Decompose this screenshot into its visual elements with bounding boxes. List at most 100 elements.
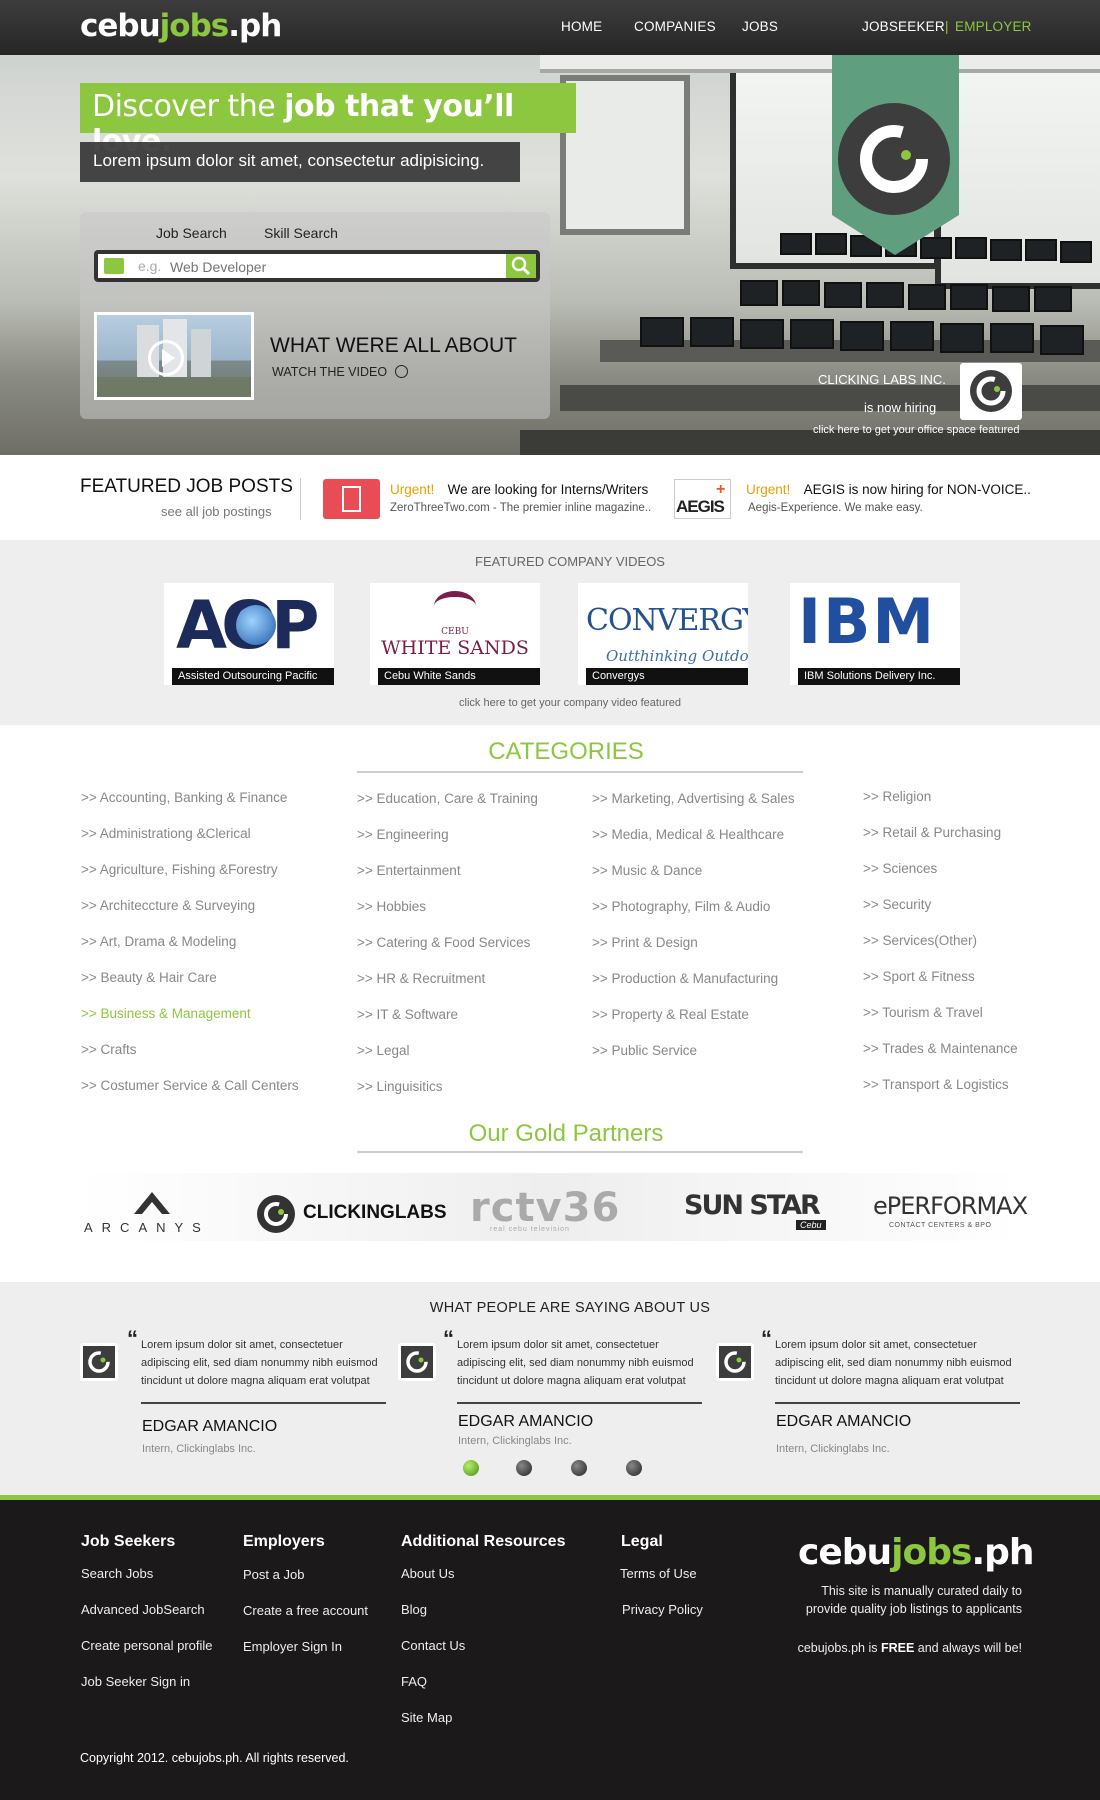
category-link[interactable]: >> Accounting, Banking & Finance <box>81 790 287 805</box>
category-link[interactable]: >> Hobbies <box>357 899 426 914</box>
footer-link[interactable]: FAQ <box>401 1674 427 1689</box>
nav-home[interactable]: HOME <box>561 19 602 34</box>
category-link[interactable]: >> Administrationg &Clerical <box>81 826 251 841</box>
footer-link[interactable]: Post a Job <box>243 1567 304 1582</box>
partners-title: Our Gold Partners <box>468 1120 664 1147</box>
category-link[interactable]: >> Sciences <box>863 861 937 876</box>
category-link[interactable]: >> Tourism & Travel <box>863 1005 983 1020</box>
eperformax-wordmark: ePERFORMAX <box>873 1192 1028 1220</box>
zerothreetwo-logo-icon[interactable] <box>323 479 380 519</box>
nav-jobs[interactable]: JOBS <box>742 19 778 34</box>
category-link[interactable]: >> Media, Medical & Healthcare <box>592 827 784 842</box>
job-post-2[interactable]: Urgent! AEGIS is now hiring for NON-VOIC… <box>746 481 1031 499</box>
partner-sunstar[interactable]: SUN STAR Cebu <box>684 1190 826 1230</box>
testimonial-divider <box>141 1402 386 1404</box>
category-link[interactable]: >> Services(Other) <box>863 933 977 948</box>
footer-link[interactable]: Site Map <box>401 1710 452 1725</box>
category-link[interactable]: >> Transport & Logistics <box>863 1077 1009 1092</box>
category-link[interactable]: >> Religion <box>863 789 931 804</box>
category-link[interactable]: >> Entertainment <box>357 863 461 878</box>
carousel-dot-2[interactable] <box>516 1460 532 1476</box>
hiring-company: CLICKING LABS INC. <box>818 372 946 387</box>
carousel-dot-4[interactable] <box>626 1460 642 1476</box>
play-icon <box>162 349 175 367</box>
search-button[interactable] <box>506 254 536 278</box>
category-link[interactable]: >> Sport & Fitness <box>863 969 975 984</box>
job-post-1[interactable]: Urgent! We are looking for Interns/Write… <box>390 481 648 499</box>
footer-link[interactable]: Search Jobs <box>81 1566 153 1581</box>
clickinglabs-logo-icon[interactable] <box>960 363 1022 420</box>
rctv36-wordmark: rctv36 <box>470 1185 621 1231</box>
see-all-jobs-link[interactable]: see all job postings <box>161 504 272 519</box>
nav-jobseeker[interactable]: JOBSEEKER <box>862 19 945 34</box>
tab-job-search[interactable]: Job Search <box>156 225 227 241</box>
category-link[interactable]: >> HR & Recruitment <box>357 971 485 986</box>
footer-heading-employers: Employers <box>243 1533 325 1550</box>
category-link[interactable]: >> Music & Dance <box>592 863 702 878</box>
category-link[interactable]: >> Legal <box>357 1043 410 1058</box>
category-link[interactable]: >> Property & Real Estate <box>592 1007 749 1022</box>
category-link[interactable]: >> Beauty & Hair Care <box>81 970 217 985</box>
category-link[interactable]: >> IT & Software <box>357 1007 458 1022</box>
aegis-logo[interactable]: AEGIS + <box>674 479 731 519</box>
category-link[interactable]: >> Marketing, Advertising & Sales <box>592 791 795 806</box>
briefcase-icon <box>104 258 124 274</box>
footer-link[interactable]: Terms of Use <box>620 1566 697 1581</box>
footer-link[interactable]: Contact Us <box>401 1638 465 1653</box>
partner-arcanys[interactable]: ARCANYS <box>84 1190 220 1235</box>
category-link[interactable]: >> Catering & Food Services <box>357 935 530 950</box>
partner-rctv36[interactable]: rctv36 real cebu television <box>470 1185 621 1233</box>
convergys-logo: CONVERGYS <box>586 603 748 638</box>
footer-link[interactable]: Privacy Policy <box>622 1602 703 1617</box>
footer-link[interactable]: About Us <box>401 1566 454 1581</box>
category-link[interactable]: >> Photography, Film & Audio <box>592 899 770 914</box>
featured-jobs-title: FEATURED JOB POSTS <box>80 476 293 497</box>
office-featured-link[interactable]: click here to get your office space feat… <box>813 424 1019 436</box>
footer-link[interactable]: Advanced JobSearch <box>81 1602 205 1617</box>
urgent-label: Urgent! <box>746 482 791 497</box>
site-logo[interactable]: cebujobs.ph <box>80 8 282 44</box>
category-link[interactable]: >> Costumer Service & Call Centers <box>81 1078 299 1093</box>
category-link[interactable]: >> Retail & Purchasing <box>863 825 1001 840</box>
carousel-dot-3[interactable] <box>571 1460 587 1476</box>
nav-companies[interactable]: COMPANIES <box>634 19 716 34</box>
footer-link[interactable]: Employer Sign In <box>243 1639 342 1654</box>
footer-link[interactable]: Job Seeker Sign in <box>81 1674 190 1689</box>
watch-video-link[interactable]: WATCH THE VIDEO <box>272 365 408 379</box>
footer-free-note: cebujobs.ph is FREE and always will be! <box>797 1641 1022 1655</box>
categories-title: CATEGORIES <box>488 738 644 765</box>
category-link[interactable]: >> Public Service <box>592 1043 697 1058</box>
category-link[interactable]: >> Architeccture & Surveying <box>81 898 255 913</box>
company-videos-title: FEATURED COMPANY VIDEOS <box>475 554 665 569</box>
category-link[interactable]: >> Security <box>863 897 931 912</box>
partner-eperformax[interactable]: ePERFORMAX CONTACT CENTERS & BPO <box>873 1192 1028 1229</box>
nav-employer[interactable]: EMPLOYER <box>955 19 1032 34</box>
category-link[interactable]: >> Print & Design <box>592 935 698 950</box>
category-link[interactable]: >> Agriculture, Fishing &Forestry <box>81 862 278 877</box>
footer-link[interactable]: Create personal profile <box>81 1638 213 1653</box>
category-link[interactable]: >> Production & Manufacturing <box>592 971 778 986</box>
footer-link[interactable]: Blog <box>401 1602 427 1617</box>
category-link[interactable]: >> Linguisitics <box>357 1079 443 1094</box>
testimonial-name: EDGAR AMANCIO <box>458 1413 594 1430</box>
testimonial-avatar <box>716 1343 754 1381</box>
tab-skill-search[interactable]: Skill Search <box>264 225 338 241</box>
hero-subtagline: Lorem ipsum dolor sit amet, consectetur … <box>80 142 520 182</box>
carousel-dot-1[interactable] <box>463 1460 479 1476</box>
category-link[interactable]: >> Education, Care & Training <box>357 791 538 806</box>
search-input[interactable] <box>170 257 510 277</box>
category-link-active[interactable]: >> Business & Management <box>81 1006 251 1021</box>
company-video-ibm[interactable]: IBM IBM Solutions Delivery Inc. <box>790 583 960 685</box>
company-video-featured-link[interactable]: click here to get your company video fea… <box>0 697 1100 709</box>
category-link[interactable]: >> Crafts <box>81 1042 137 1057</box>
company-video-whitesands[interactable]: CEBU WHITE SANDS Cebu White Sands <box>370 583 540 685</box>
footer-heading-job-seekers: Job Seekers <box>81 1533 176 1550</box>
category-link[interactable]: >> Trades & Maintenance <box>863 1041 1018 1056</box>
partners-underline <box>357 1151 803 1153</box>
footer-logo[interactable]: cebujobs.ph <box>798 1532 1035 1573</box>
footer-link[interactable]: Create a free account <box>243 1603 368 1618</box>
company-video-convergys[interactable]: CONVERGYS Outthinking Outdoing Convergys <box>578 583 748 685</box>
category-link[interactable]: >> Art, Drama & Modeling <box>81 934 236 949</box>
company-video-aop[interactable]: AOP Assisted Outsourcing Pacific <box>164 583 334 685</box>
category-link[interactable]: >> Engineering <box>357 827 449 842</box>
